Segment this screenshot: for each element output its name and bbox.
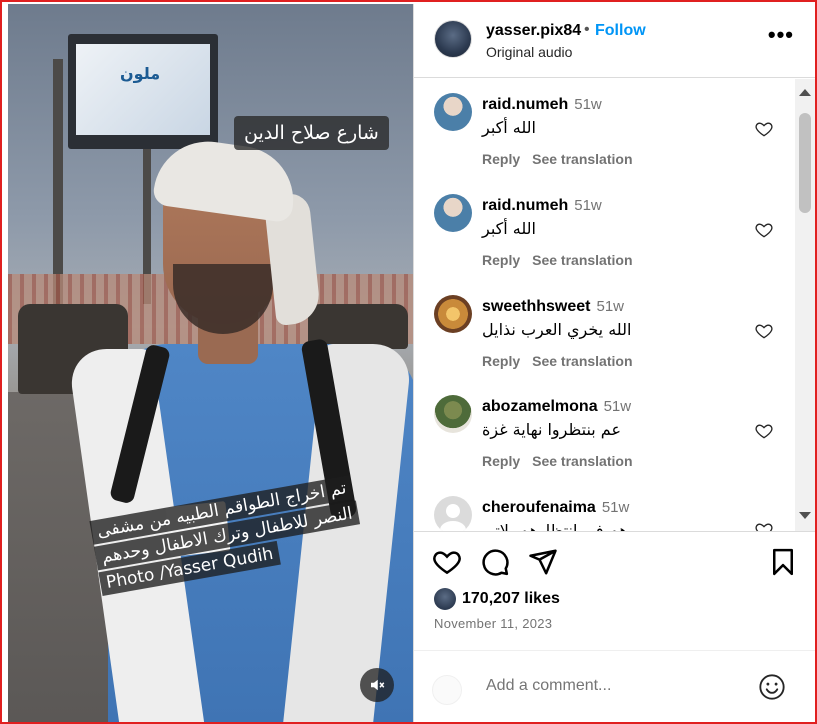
person-silhouette-icon — [440, 504, 466, 531]
commenter-username[interactable]: sweethhsweet — [482, 298, 590, 315]
post-date[interactable]: November 11, 2023 — [434, 616, 552, 631]
comment-text: الله يخري العرب نذايل — [482, 320, 632, 339]
comment-text: عم بنتظروا نهاية غزة — [482, 420, 621, 439]
scroll-up-arrow-icon[interactable] — [799, 89, 811, 96]
commenter-username[interactable]: cheroufenaima — [482, 499, 596, 516]
comment-item: abozamelmona 51w عم بنتظروا نهاية غزة Rep… — [414, 381, 794, 481]
commenter-username[interactable]: raid.numeh — [482, 96, 568, 113]
author-username[interactable]: yasser.pix84 — [486, 22, 581, 40]
heart-icon[interactable] — [754, 321, 774, 341]
billboard-text: ملون — [120, 64, 161, 83]
see-translation-button[interactable]: See translation — [532, 353, 632, 369]
commenter-avatar[interactable] — [434, 295, 472, 333]
commenter-username[interactable]: raid.numeh — [482, 197, 568, 214]
reply-button[interactable]: Reply — [482, 151, 520, 167]
reply-button[interactable]: Reply — [482, 353, 520, 369]
scroll-down-arrow-icon[interactable] — [799, 512, 811, 519]
current-user-avatar — [432, 675, 462, 705]
like-heart-icon[interactable] — [432, 547, 462, 577]
comment-item: sweethhsweet 51w الله يخري العرب نذايل Re… — [414, 281, 794, 381]
commenter-username[interactable]: abozamelmona — [482, 398, 598, 415]
comments-scrollbar[interactable] — [795, 79, 815, 531]
commenter-avatar[interactable] — [434, 93, 472, 131]
heart-icon[interactable] — [754, 421, 774, 441]
comment-time[interactable]: 51w — [574, 197, 602, 214]
dot-separator: • — [584, 21, 590, 38]
share-plane-icon[interactable] — [528, 547, 558, 577]
comment-item: raid.numeh 51w الله أكبر Reply See transla… — [414, 180, 794, 280]
comment-time[interactable]: 51w — [596, 298, 624, 315]
see-translation-button[interactable]: See translation — [532, 252, 632, 268]
window-frame: ملون شارع صلاح الدين تم اخراج الطواقم ال… — [0, 0, 817, 724]
scrollbar-thumb[interactable] — [799, 113, 811, 213]
follow-button[interactable]: Follow — [595, 22, 646, 40]
comment-text: هم في انتظارهم بلاتي — [482, 521, 628, 531]
commenter-avatar[interactable] — [434, 395, 472, 433]
comments-list[interactable]: raid.numeh 51w الله أكبر Reply See transla… — [414, 79, 815, 531]
more-options-button[interactable]: ••• — [768, 24, 794, 46]
heart-icon[interactable] — [754, 220, 774, 240]
mute-button[interactable] — [360, 668, 394, 702]
bookmark-icon[interactable] — [768, 547, 798, 577]
post-actions-bar — [414, 531, 815, 591]
comment-text: الله أكبر — [482, 219, 536, 238]
post-video[interactable]: ملون شارع صلاح الدين تم اخراج الطواقم ال… — [8, 4, 413, 722]
heart-icon[interactable] — [754, 520, 774, 531]
heart-icon[interactable] — [754, 119, 774, 139]
comment-text: الله أكبر — [482, 118, 536, 137]
add-comment-bar — [414, 650, 815, 722]
post-side-panel: yasser.pix84 • Follow Original audio •••… — [413, 4, 815, 722]
comment-time[interactable]: 51w — [602, 499, 630, 516]
reply-button[interactable]: Reply — [482, 252, 520, 268]
billboard: ملون — [68, 34, 218, 149]
likes-count[interactable]: 170,207 likes — [462, 590, 560, 608]
comment-item: raid.numeh 51w الله أكبر Reply See transla… — [414, 79, 794, 179]
beard — [173, 264, 273, 334]
comment-time[interactable]: 51w — [604, 398, 632, 415]
comment-item: cheroufenaima 51w هم في انتظارهم بلاتي — [414, 482, 794, 531]
commenter-avatar[interactable] — [434, 194, 472, 232]
comment-bubble-icon[interactable] — [480, 547, 510, 577]
see-translation-button[interactable]: See translation — [532, 453, 632, 469]
audio-link[interactable]: Original audio — [486, 44, 572, 60]
see-translation-button[interactable]: See translation — [532, 151, 632, 167]
comment-time[interactable]: 51w — [574, 96, 602, 113]
default-avatar-icon[interactable] — [434, 496, 472, 531]
emoji-smile-icon[interactable] — [758, 673, 786, 701]
man-figure — [48, 134, 413, 722]
post-header: yasser.pix84 • Follow Original audio ••• — [414, 4, 815, 78]
author-avatar[interactable] — [434, 20, 472, 58]
liker-avatar[interactable] — [434, 588, 456, 610]
add-comment-input[interactable] — [486, 677, 736, 695]
reply-button[interactable]: Reply — [482, 453, 520, 469]
location-overlay-label: شارع صلاح الدين — [234, 116, 389, 150]
speaker-muted-icon — [371, 679, 385, 691]
billboard-screen — [76, 44, 210, 135]
